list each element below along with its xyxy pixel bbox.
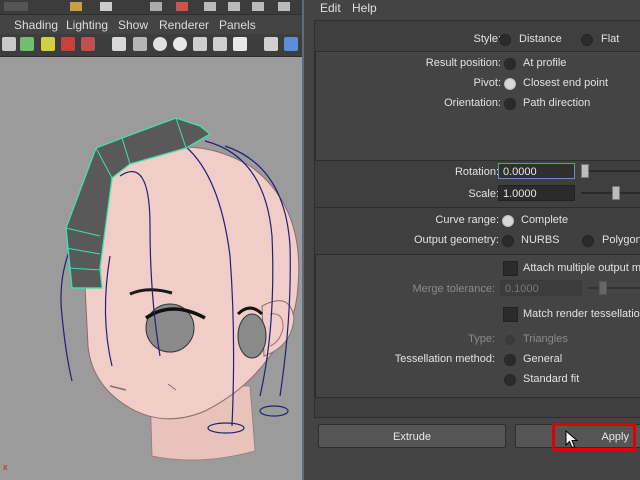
result-position-label: Result position: bbox=[425, 57, 501, 69]
complete-radio[interactable] bbox=[502, 215, 514, 227]
orientation-label: Orientation: bbox=[444, 97, 501, 109]
isolate-icon[interactable] bbox=[284, 37, 298, 51]
scale-icon[interactable] bbox=[278, 2, 290, 11]
eye-right bbox=[237, 313, 267, 359]
move-icon[interactable] bbox=[228, 2, 240, 11]
viewport-menubar: Shading Lighting Show Renderer Panels bbox=[0, 14, 305, 35]
style-flat-label: Flat bbox=[601, 33, 620, 45]
nurbs-label: NURBS bbox=[521, 234, 560, 246]
merge-tolerance-input[interactable]: 0.1000 bbox=[500, 280, 582, 296]
extrude-button[interactable]: Extrude bbox=[318, 424, 506, 448]
style-label: Style: bbox=[473, 33, 501, 45]
smooth-shade-icon[interactable] bbox=[153, 37, 167, 51]
select-icon[interactable] bbox=[150, 2, 162, 11]
menu-edit[interactable]: Edit bbox=[320, 1, 341, 15]
match-render-label: Match render tessellation bbox=[523, 308, 640, 320]
attach-multiple-checkbox[interactable] bbox=[503, 261, 518, 276]
menu-help[interactable]: Help bbox=[352, 1, 377, 15]
curve-range-label: Curve range: bbox=[435, 214, 499, 226]
tessellation-method-label: Tessellation method: bbox=[394, 353, 495, 365]
closest-end-point-label: Closest end point bbox=[523, 77, 608, 89]
text-icon[interactable] bbox=[233, 37, 247, 51]
paint-icon[interactable] bbox=[204, 2, 216, 11]
save-icon[interactable] bbox=[100, 2, 112, 11]
pivot-label: Pivot: bbox=[473, 77, 501, 89]
wireframe-icon[interactable] bbox=[112, 37, 126, 51]
bookmark-icon[interactable] bbox=[20, 37, 34, 51]
viewport-top-strip bbox=[0, 0, 305, 14]
at-profile-radio[interactable] bbox=[504, 58, 516, 70]
image-plane-icon[interactable] bbox=[41, 37, 55, 51]
menu-show[interactable]: Show bbox=[118, 18, 148, 32]
film-gate-icon[interactable] bbox=[61, 37, 75, 51]
path-direction-radio[interactable] bbox=[504, 98, 516, 110]
polygons-label: Polygons bbox=[602, 234, 640, 246]
menu-panels[interactable]: Panels bbox=[219, 18, 256, 32]
rotation-label: Rotation: bbox=[454, 166, 499, 178]
camera-icon[interactable] bbox=[2, 37, 16, 51]
viewport-panel[interactable]: Shading Lighting Show Renderer Panels x bbox=[0, 0, 305, 480]
xray-icon[interactable] bbox=[264, 37, 278, 51]
style-distance-radio[interactable] bbox=[499, 34, 511, 46]
type-label: Type: bbox=[468, 333, 495, 345]
menu-lighting[interactable]: Lighting bbox=[66, 18, 108, 32]
menu-shading[interactable]: Shading bbox=[14, 18, 58, 32]
scale-label: Scale: bbox=[468, 188, 499, 200]
merge-tolerance-slider-handle[interactable] bbox=[599, 281, 607, 295]
complete-label: Complete bbox=[521, 214, 569, 226]
lights-icon[interactable] bbox=[213, 37, 227, 51]
general-radio[interactable] bbox=[504, 354, 516, 366]
menu-renderer[interactable]: Renderer bbox=[159, 18, 209, 32]
path-direction-label: Path direction bbox=[523, 97, 591, 109]
polygons-radio[interactable] bbox=[582, 235, 594, 247]
grid-icon[interactable] bbox=[133, 37, 147, 51]
style-flat-radio[interactable] bbox=[581, 34, 593, 46]
viewport-toolbar bbox=[0, 34, 305, 57]
options-panel: Style: Distance Flat Result position: At… bbox=[314, 20, 640, 418]
rotation-slider-handle[interactable] bbox=[581, 164, 589, 178]
merge-tolerance-label: Merge tolerance: bbox=[412, 283, 495, 295]
axis-indicator: x bbox=[3, 462, 8, 472]
polygon-options-group bbox=[315, 254, 640, 398]
lasso-icon[interactable] bbox=[176, 2, 188, 11]
folder-icon[interactable] bbox=[70, 2, 82, 11]
general-label: General bbox=[523, 353, 563, 365]
scale-slider-track[interactable] bbox=[581, 192, 640, 194]
top-strip-icon bbox=[4, 2, 28, 11]
head-shape bbox=[82, 146, 300, 420]
output-geometry-label: Output geometry: bbox=[414, 234, 499, 246]
nurbs-radio[interactable] bbox=[502, 235, 514, 247]
dialog-menubar: Edit Help bbox=[304, 0, 640, 16]
triangles-label: Triangles bbox=[523, 333, 568, 345]
divider bbox=[315, 207, 640, 208]
textured-icon[interactable] bbox=[193, 37, 207, 51]
standard-fit-label: Standard fit bbox=[523, 373, 580, 385]
merge-tolerance-slider-track[interactable] bbox=[587, 287, 640, 289]
rotation-slider-track[interactable] bbox=[581, 170, 640, 172]
match-render-checkbox[interactable] bbox=[503, 307, 518, 322]
standard-fit-radio[interactable] bbox=[504, 374, 516, 386]
scale-input[interactable]: 1.0000 bbox=[498, 185, 575, 201]
resolution-gate-icon[interactable] bbox=[81, 37, 95, 51]
scene-render[interactable] bbox=[0, 56, 305, 480]
style-distance-label: Distance bbox=[519, 33, 562, 45]
rotate-icon[interactable] bbox=[252, 2, 264, 11]
extrude-options-dialog: Edit Help Style: Distance Flat Result po… bbox=[302, 0, 640, 480]
attach-multiple-label: Attach multiple output me bbox=[523, 262, 640, 274]
at-profile-label: At profile bbox=[523, 57, 567, 69]
mouse-cursor-icon bbox=[565, 430, 579, 449]
closest-end-point-radio[interactable] bbox=[504, 78, 516, 90]
triangles-radio[interactable] bbox=[504, 334, 516, 346]
shaded-icon[interactable] bbox=[173, 37, 187, 51]
rotation-input[interactable]: 0.0000 bbox=[498, 163, 575, 179]
scale-slider-handle[interactable] bbox=[612, 186, 620, 200]
